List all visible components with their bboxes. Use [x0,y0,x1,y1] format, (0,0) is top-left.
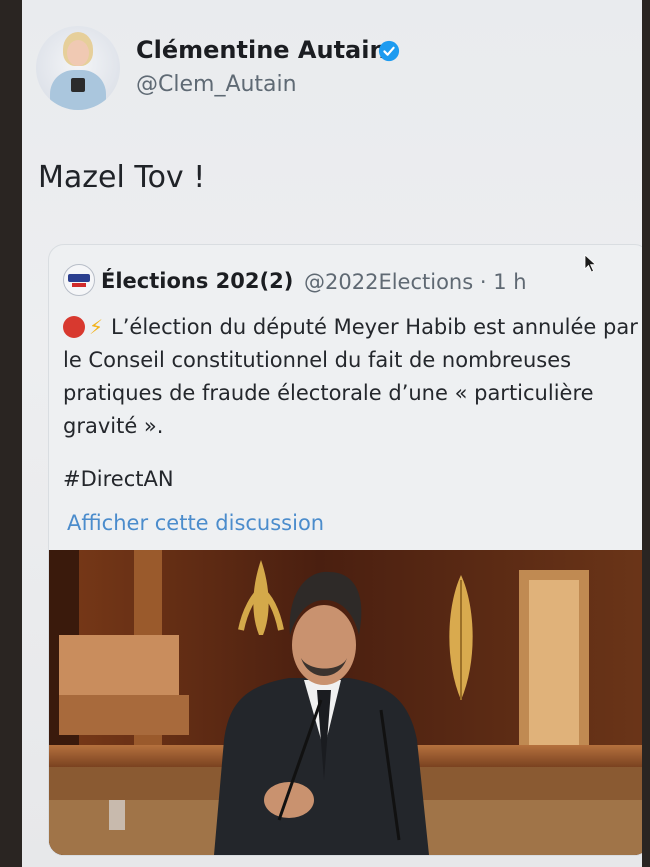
lightning-emoji: ⚡ [89,315,104,339]
quoted-tweet[interactable]: Élections 202(2) @2022Elections · 1 h ⚡ L… [48,244,642,856]
tweet-text: Mazel Tov ! [38,160,206,195]
red-circle-emoji [63,316,85,338]
show-thread-link[interactable]: Afficher cette discussion [67,511,324,535]
author-handle[interactable]: @Clem_Autain [136,72,297,97]
verified-badge-icon [378,40,400,62]
author-name[interactable]: Clémentine Autain [136,36,387,64]
quoted-author-avatar[interactable] [63,264,95,296]
quoted-tweet-body: L’élection du député Meyer Habib est ann… [63,315,638,438]
quoted-author-meta: @2022Elections · 1 h [304,270,527,294]
hashtag-link[interactable]: #DirectAN [63,467,174,491]
water-glass [109,800,125,830]
quoted-tweet-text: ⚡ L’élection du député Meyer Habib est an… [63,311,638,443]
quoted-author-name[interactable]: Élections 202(2) [101,269,293,293]
author-avatar[interactable] [36,26,120,110]
screen: Clémentine Autain @Clem_Autain Mazel Tov… [22,0,642,867]
quoted-tweet-photo[interactable] [49,550,642,855]
mouse-pointer-icon [584,254,597,273]
